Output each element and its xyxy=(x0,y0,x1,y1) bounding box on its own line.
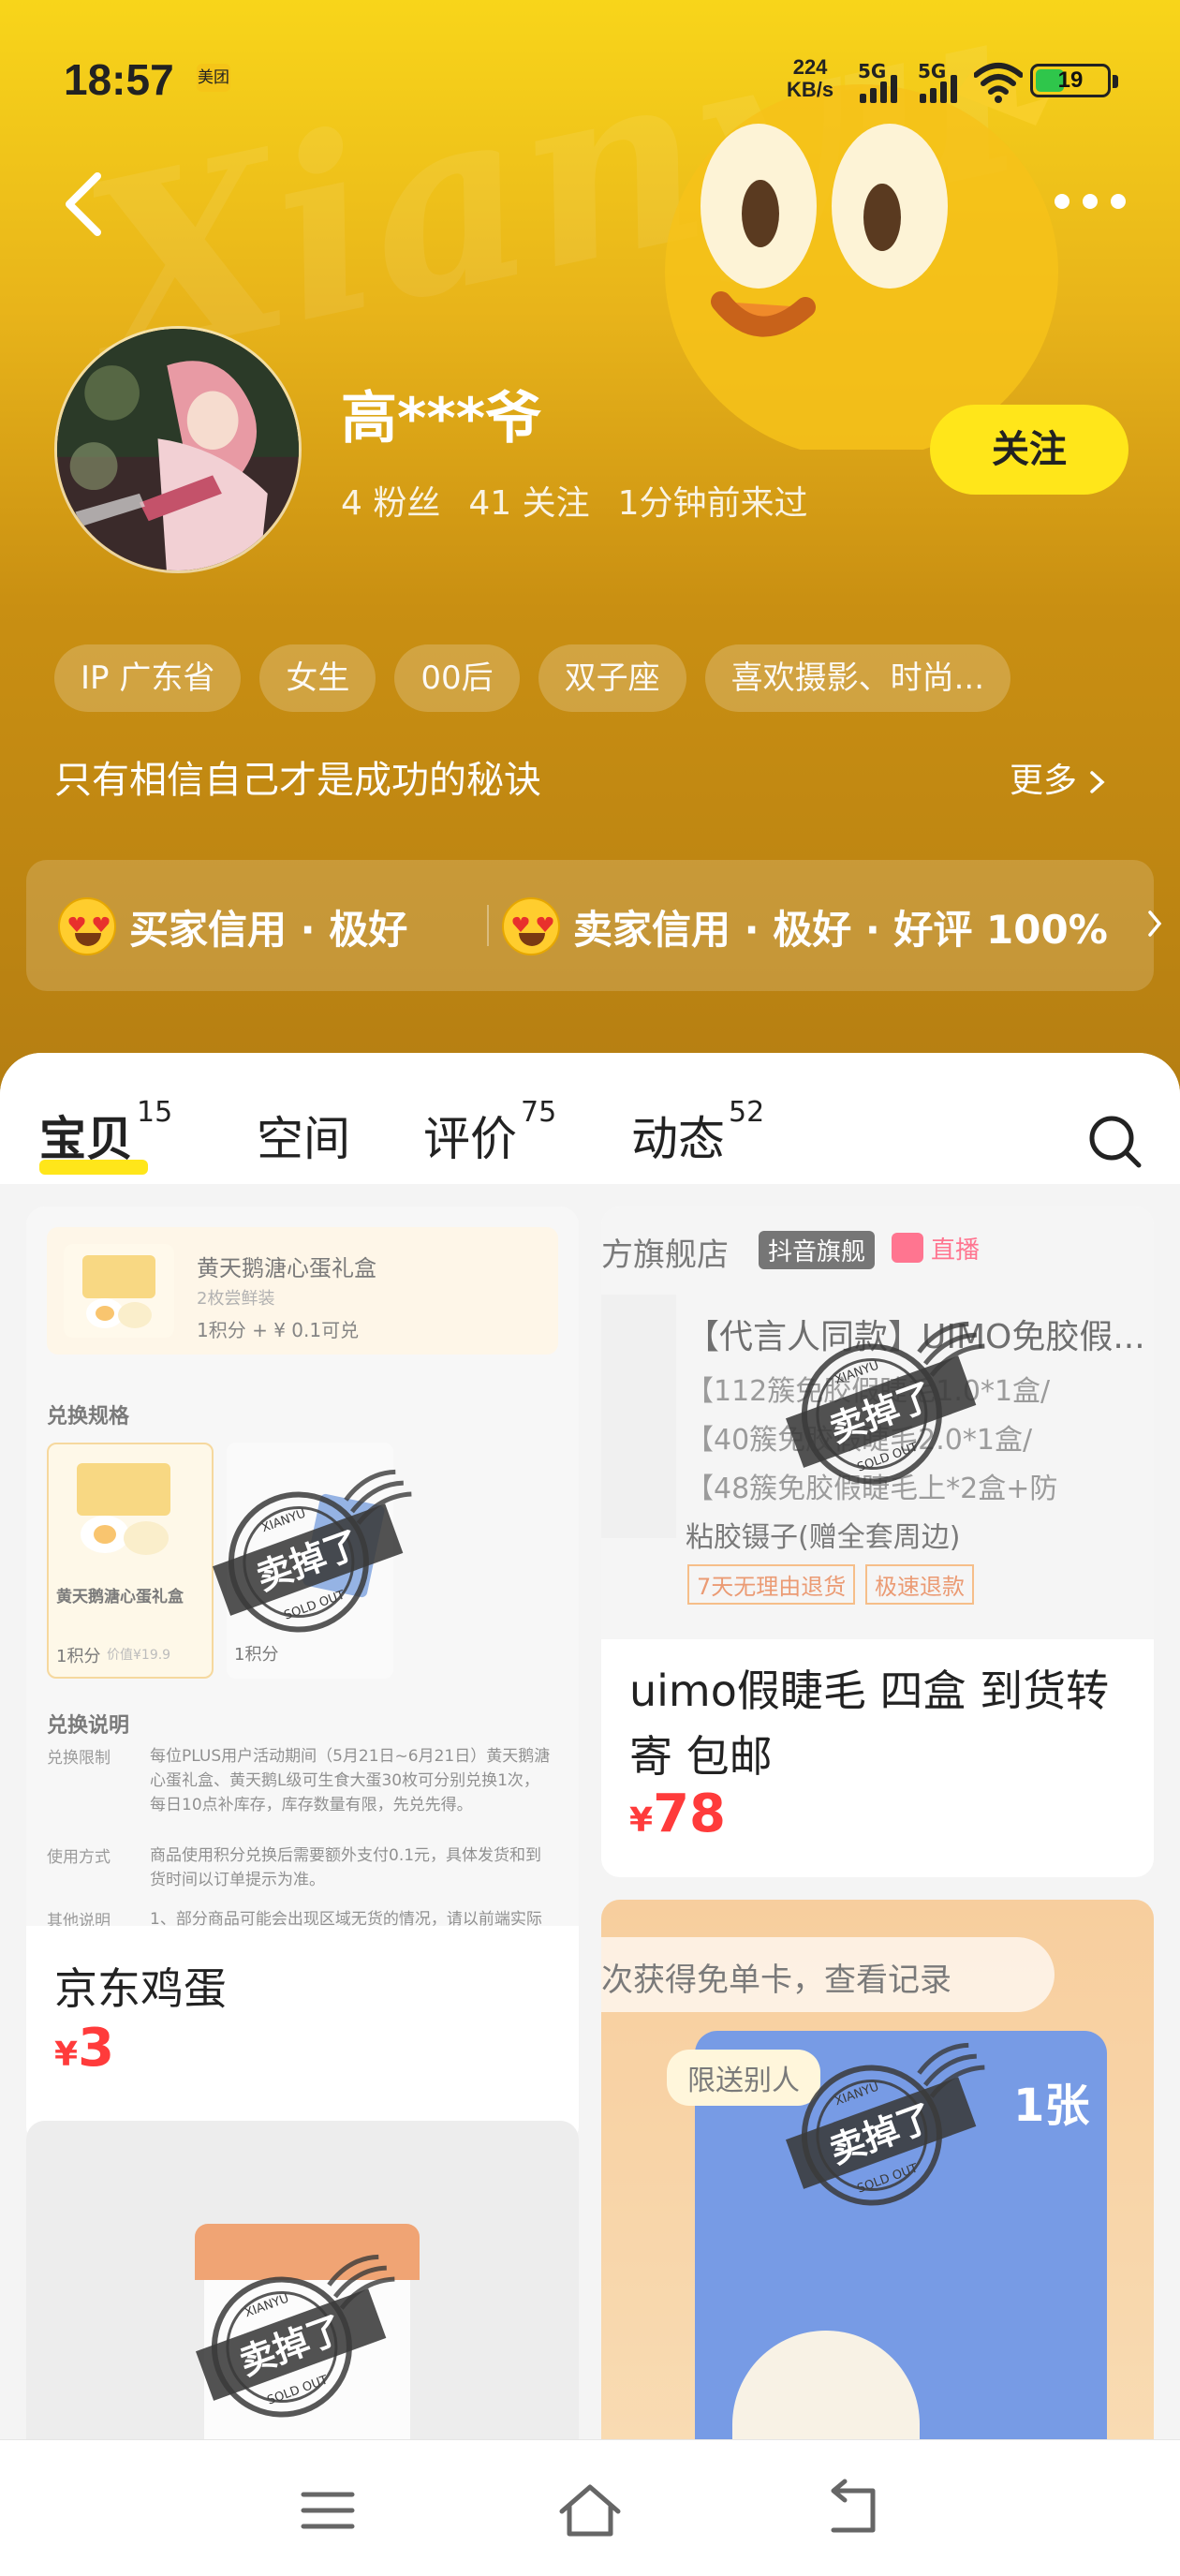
bio-more-label: 更多 xyxy=(1010,762,1078,800)
credit-bar[interactable]: 买家信用 · 极好 卖家信用 · 极好 · 好评 100% xyxy=(26,860,1162,991)
network-speed: 224 KB/s xyxy=(787,55,834,101)
tag-gender: 女生 xyxy=(259,644,376,712)
sold-out-stamp-icon: 卖掉了 XIANYU SOLD OUT xyxy=(785,2042,985,2206)
status-bar: 18:57 美团 224 KB/s 5G 5G 19 xyxy=(0,0,1180,159)
seller-credit: 卖家信用 · 极好 · 好评 100% xyxy=(502,894,1108,959)
product-title: uimo假睫毛 四盒 到货转寄 包邮 xyxy=(629,1666,1110,1782)
tab-space-label: 空间 xyxy=(257,1112,350,1166)
username: 高***爷 xyxy=(341,386,542,452)
cellular-signal-icon xyxy=(860,73,907,103)
content-panel: 宝贝 15 空间 评价 75 动态 52 黄天鹅溏心蛋礼盒 2枚尝鲜装 1积分 + ¥… xyxy=(0,1053,1180,2458)
system-navigation-bar xyxy=(0,2439,1180,2576)
product-card[interactable]: 卖掉了 XIANYU SOLD OUT xyxy=(26,2121,579,2458)
product-image: 方旗舰店 抖音旗舰 直播 【代言人同款】UIMO免胶假... 【112簇免胶假睫… xyxy=(601,1207,1154,1639)
credit-divider xyxy=(487,905,489,946)
fans-count[interactable]: 4 粉丝 xyxy=(341,476,440,525)
battery-cap xyxy=(1113,75,1118,88)
tab-items-count: 15 xyxy=(137,1096,173,1129)
seller-credit-text: 卖家信用 · 极好 · 好评 100% xyxy=(573,906,1108,953)
follow-button[interactable]: 关注 xyxy=(930,405,1128,495)
tag-ip: IP 广东省 xyxy=(54,644,242,712)
tab-reviews-count: 75 xyxy=(521,1096,557,1129)
buyer-credit-text: 买家信用 · 极好 xyxy=(129,906,408,953)
product-card[interactable]: 黄天鹅溏心蛋礼盒 2枚尝鲜装 1积分 + ¥ 0.1可兑 兑换规格 黄天鹅溏心蛋… xyxy=(26,1207,579,2145)
clock: 18:57 xyxy=(64,55,174,104)
sold-out-stamp-icon: 卖掉了 XIANYU SOLD OUT xyxy=(785,1321,985,1485)
chevron-right-icon xyxy=(1090,771,1106,793)
bio-text: 只有相信自己才是成功的秘诀 xyxy=(54,759,541,802)
tab-reviews[interactable]: 评价 75 xyxy=(423,1096,556,1169)
wifi-icon xyxy=(974,63,1023,103)
back-icon[interactable] xyxy=(815,2478,890,2543)
tag-zodiac: 双子座 xyxy=(538,644,686,712)
bio-more-link[interactable]: 更多 xyxy=(1010,753,1108,802)
following-count[interactable]: 41 关注 xyxy=(468,476,589,525)
product-title: 京东鸡蛋 xyxy=(54,1963,227,2014)
product-image: 次获得免单卡，查看记录 限送别人 1张 卖掉了 XIANYU SOLD OUT xyxy=(601,1900,1154,2458)
tab-posts-label: 动态 xyxy=(631,1112,725,1166)
home-icon[interactable] xyxy=(553,2478,627,2543)
sold-out-stamp-icon: 卖掉了 XIANYU SOLD OUT xyxy=(195,2254,395,2418)
tab-posts-count: 52 xyxy=(729,1096,765,1129)
more-options-icon[interactable] xyxy=(1049,183,1133,220)
product-price: ¥78 xyxy=(629,1784,726,1844)
product-image: 卖掉了 XIANYU SOLD OUT xyxy=(26,2121,579,2458)
tag-hobby[interactable]: 喜欢摄影、时尚... xyxy=(704,644,1011,712)
profile-stats: 4 粉丝 41 关注 1分钟前来过 xyxy=(341,476,808,525)
menu-icon[interactable] xyxy=(290,2478,365,2543)
last-seen: 1分钟前来过 xyxy=(617,484,808,523)
heart-eyes-emoji-icon xyxy=(58,897,116,955)
tab-posts[interactable]: 动态 52 xyxy=(631,1096,764,1169)
avatar[interactable] xyxy=(54,326,302,573)
tab-bar: 宝贝 15 空间 评价 75 动态 52 xyxy=(0,1053,1180,1184)
buyer-credit: 买家信用 · 极好 xyxy=(58,894,407,959)
tab-space[interactable]: 空间 xyxy=(257,1102,350,1169)
heart-eyes-emoji-icon xyxy=(502,897,560,955)
product-card[interactable]: 方旗舰店 抖音旗舰 直播 【代言人同款】UIMO免胶假... 【112簇免胶假睫… xyxy=(601,1207,1154,1877)
tab-items[interactable]: 宝贝 15 xyxy=(39,1096,172,1169)
tab-reviews-label: 评价 xyxy=(423,1112,517,1166)
chevron-right-icon xyxy=(1148,910,1162,937)
tab-items-label: 宝贝 xyxy=(39,1112,133,1166)
tag-age: 00后 xyxy=(394,644,520,712)
product-price: ¥3 xyxy=(54,2018,115,2079)
meituan-app-icon: 美团 xyxy=(197,64,230,92)
back-arrow-icon[interactable] xyxy=(56,167,112,242)
product-card[interactable]: 次获得免单卡，查看记录 限送别人 1张 卖掉了 XIANYU SOLD OUT xyxy=(601,1900,1154,2458)
battery-icon: 19 xyxy=(1030,64,1111,97)
search-icon[interactable] xyxy=(1086,1113,1144,1171)
profile-tags: IP 广东省 女生 00后 双子座 喜欢摄影、时尚... xyxy=(54,644,1011,712)
profile-header: Xianyu 18:57 美团 224 KB/s 5G 5G 19 高***爷 … xyxy=(0,0,1180,1105)
product-image: 黄天鹅溏心蛋礼盒 2枚尝鲜装 1积分 + ¥ 0.1可兑 兑换规格 黄天鹅溏心蛋… xyxy=(26,1207,579,1926)
sold-out-stamp-icon: 卖掉了 XIANYU SOLD OUT xyxy=(212,1469,412,1633)
cellular-signal-icon-2 xyxy=(920,73,966,103)
